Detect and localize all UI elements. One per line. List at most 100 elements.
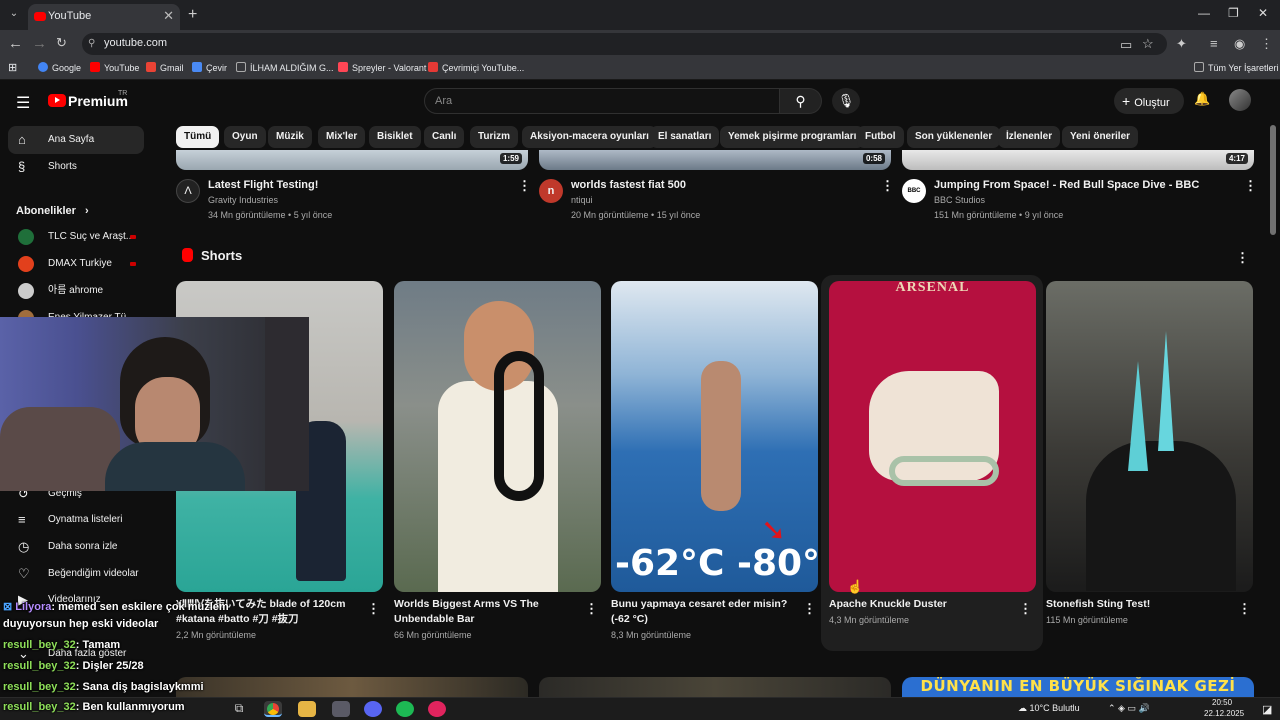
menu-hamburger-icon[interactable]: ☰ <box>16 93 30 113</box>
sidebar-item-playlists[interactable]: ≡ Oynatma listeleri <box>8 506 144 534</box>
chip-crafts[interactable]: El sanatları <box>650 126 720 148</box>
restore-button[interactable]: ❐ <box>1228 6 1239 20</box>
chrome-taskbar-icon[interactable] <box>264 701 282 717</box>
bookmark-online-youtube[interactable]: Çevrimiçi YouTube... <box>428 62 524 73</box>
file-explorer-icon[interactable] <box>298 701 316 717</box>
more-options-icon[interactable]: ⋮ <box>585 601 598 617</box>
search-button[interactable]: ⚲ <box>780 88 822 114</box>
channel-avatar[interactable]: Λ <box>176 179 200 203</box>
sidebar-item-watch-later[interactable]: ◷ Daha sonra izle <box>8 533 144 561</box>
new-tab-button[interactable]: + <box>188 6 197 24</box>
spotify-icon[interactable] <box>396 701 414 717</box>
address-bar[interactable]: ⚲ youtube.com ▭ ☆ <box>82 33 1167 55</box>
bookmark-star-icon[interactable]: ☆ <box>1142 36 1154 52</box>
bookmark-gmail[interactable]: Gmail <box>146 62 184 73</box>
close-tab-icon[interactable]: ✕ <box>163 8 174 24</box>
video-thumbnail[interactable]: 0:58 <box>539 150 891 170</box>
short-thumbnail[interactable] <box>1046 281 1253 592</box>
chip-cooking[interactable]: Yemek pişirme programları <box>720 126 865 148</box>
chip-action-adventure[interactable]: Aksiyon-macera oyunları <box>522 126 657 148</box>
sidebar-sub-dmax[interactable]: DMAX Turkiye <box>8 250 144 278</box>
more-options-icon[interactable]: ⋮ <box>803 601 816 617</box>
forward-icon[interactable]: → <box>32 35 47 52</box>
notifications-bell-icon[interactable]: 🔔 <box>1194 91 1210 107</box>
close-window-button[interactable]: ✕ <box>1258 6 1268 20</box>
more-options-icon[interactable]: ⋮ <box>1019 601 1032 617</box>
tray-icons[interactable]: ⌃ ◈ ▭ 🔊 <box>1108 703 1150 714</box>
more-options-icon[interactable]: ⋮ <box>881 178 894 194</box>
short-title[interactable]: Bunu yapmaya cesaret eder misin? (-62 °C… <box>611 597 797 627</box>
browser-tab[interactable]: YouTube ✕ <box>28 4 180 30</box>
page-scrollbar[interactable] <box>1270 125 1276 235</box>
menu-icon[interactable]: ⋮ <box>1260 36 1273 52</box>
all-bookmarks[interactable]: Tüm Yer İşaretleri <box>1194 62 1279 73</box>
video-thumbnail[interactable]: 4:17 <box>902 150 1254 170</box>
more-options-icon[interactable]: ⋮ <box>1244 178 1257 194</box>
clock-date[interactable]: 22.12.2025 <box>1204 709 1244 718</box>
video-thumbnail[interactable] <box>539 677 891 697</box>
create-button[interactable]: + Oluştur <box>1114 88 1184 114</box>
sidebar-item-shorts[interactable]: § Shorts <box>8 153 144 181</box>
video-title[interactable]: Latest Flight Testing! <box>208 179 318 191</box>
more-options-icon[interactable]: ⋮ <box>1238 601 1251 617</box>
profile-icon[interactable]: ◉ <box>1234 36 1245 52</box>
subscriptions-heading[interactable]: Abonelikler › <box>16 205 89 217</box>
chip-mixes[interactable]: Mix'ler <box>318 126 366 148</box>
chip-music[interactable]: Müzik <box>268 126 312 148</box>
short-thumbnail[interactable]: -62°C -80°F ➘ <box>611 281 818 592</box>
chip-all[interactable]: Tümü <box>176 126 220 148</box>
sidebar-item-liked[interactable]: ♡ Beğendiğim videolar <box>8 560 144 588</box>
site-info-icon[interactable]: ⚲ <box>88 38 95 49</box>
channel-avatar[interactable]: n <box>539 179 563 203</box>
short-thumbnail[interactable] <box>394 281 601 592</box>
channel-avatar[interactable]: BBC <box>902 179 926 203</box>
short-title[interactable]: Stonefish Sting Test! <box>1046 597 1232 612</box>
bookmark-translate[interactable]: Çevir <box>192 62 227 73</box>
cast-icon[interactable]: ▭ <box>1120 37 1132 53</box>
video-channel[interactable]: BBC Studios <box>934 195 985 205</box>
tab-search-icon[interactable]: ⌄ <box>6 6 22 22</box>
clock-time[interactable]: 20:50 <box>1212 698 1232 707</box>
apps-icon[interactable]: ⊞ <box>8 61 17 74</box>
bookmark-valorant[interactable]: Spreyler - Valorant <box>338 62 426 73</box>
video-thumbnail[interactable]: DÜNYANIN EN BÜYÜK SIĞINAK GEZİ <box>902 677 1254 697</box>
video-title[interactable]: Jumping From Space! - Red Bull Space Div… <box>934 179 1199 191</box>
sidebar-sub-ahrome[interactable]: 아름 ahrome <box>8 277 144 305</box>
chip-live[interactable]: Canlı <box>424 126 465 148</box>
notifications-icon[interactable]: ◪ <box>1262 703 1272 716</box>
video-thumbnail[interactable]: 1:59 <box>176 150 528 170</box>
app-icon[interactable] <box>332 701 350 717</box>
weather-widget[interactable]: ☁ 10°C Bulutlu <box>1018 703 1080 714</box>
bookmark-google[interactable]: Google <box>38 62 81 73</box>
reload-icon[interactable]: ↻ <box>56 35 67 51</box>
minimize-button[interactable]: — <box>1198 6 1210 20</box>
extensions-icon[interactable]: ✦ <box>1176 36 1187 52</box>
sidebar-sub-tlc[interactable]: TLC Suç ve Araşt... <box>8 223 144 251</box>
more-options-icon[interactable]: ⋮ <box>367 601 380 617</box>
sidebar-item-home[interactable]: ⌂ Ana Sayfa <box>8 126 144 154</box>
more-options-icon[interactable]: ⋮ <box>518 178 531 194</box>
discord-icon[interactable] <box>364 701 382 717</box>
video-channel[interactable]: ntiqui <box>571 195 593 205</box>
video-channel[interactable]: Gravity Industries <box>208 195 278 205</box>
account-avatar[interactable] <box>1229 89 1251 111</box>
search-input[interactable]: Ara <box>424 88 780 114</box>
chip-cycling[interactable]: Bisiklet <box>369 126 421 148</box>
task-view-icon[interactable]: ⧉ <box>230 701 248 717</box>
chip-gaming[interactable]: Oyun <box>224 126 266 148</box>
bookmark-youtube[interactable]: YouTube <box>90 62 139 73</box>
chip-football[interactable]: Futbol <box>857 126 904 148</box>
app-icon[interactable] <box>428 701 446 717</box>
shorts-more-icon[interactable]: ⋮ <box>1236 250 1249 266</box>
bookmark-folder[interactable]: İLHAM ALDIĞIM G... <box>236 62 334 73</box>
short-title[interactable]: Apache Knuckle Duster <box>829 597 1015 612</box>
chip-new[interactable]: Yeni öneriler <box>1062 126 1139 148</box>
chip-recent[interactable]: Son yüklenenler <box>907 126 1001 148</box>
video-title[interactable]: worlds fastest fiat 500 <box>571 179 686 191</box>
media-icon[interactable]: ≡ <box>1210 36 1218 51</box>
chip-tourism[interactable]: Turizm <box>470 126 519 148</box>
voice-search-icon[interactable]: 🎙 <box>832 88 860 114</box>
youtube-premium-logo[interactable]: Premium TR <box>48 90 128 111</box>
short-title[interactable]: Worlds Biggest Arms VS The Unbendable Ba… <box>394 597 580 627</box>
video-thumbnail[interactable] <box>176 677 528 697</box>
